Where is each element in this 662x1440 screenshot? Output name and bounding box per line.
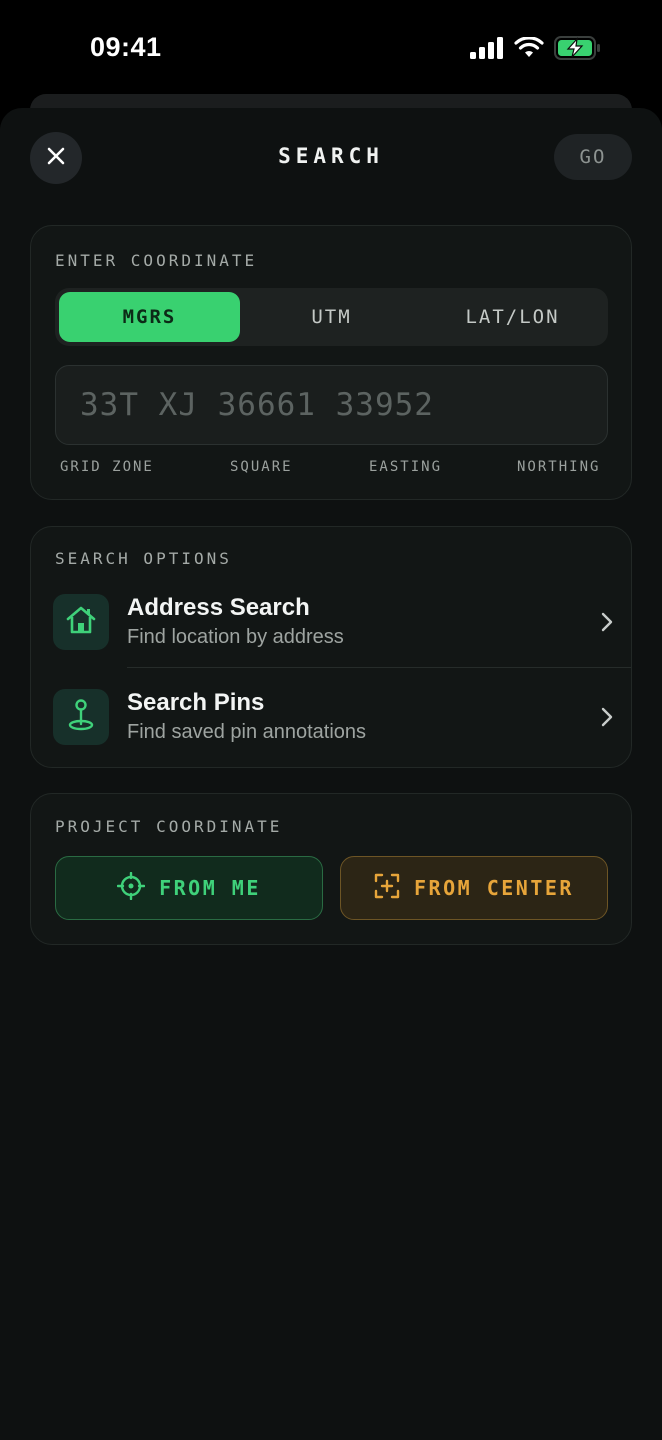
tab-lat-lon[interactable]: LAT/LON: [422, 292, 603, 342]
search-options-card: SEARCH OPTIONS Address Search Find locat…: [30, 526, 632, 768]
section-label-search-options: SEARCH OPTIONS: [55, 549, 232, 568]
from-me-button[interactable]: FROM ME: [55, 856, 323, 920]
from-center-label: FROM CENTER: [414, 876, 574, 900]
battery-charging-icon: [554, 36, 602, 65]
section-label-project-coordinate: PROJECT COORDINATE: [55, 817, 283, 836]
search-sheet: SEARCH GO ENTER COORDINATE MGRS UTM LAT/…: [0, 108, 662, 1440]
option-subtitle: Find saved pin annotations: [127, 721, 367, 743]
option-subtitle: Find location by address: [127, 626, 344, 648]
hint-easting: EASTING: [369, 459, 443, 475]
go-button[interactable]: GO: [554, 134, 632, 180]
tab-utm[interactable]: UTM: [241, 292, 422, 342]
option-title: Address Search: [127, 594, 310, 621]
project-coordinate-card: PROJECT COORDINATE FROM ME FROM CENTER: [30, 793, 632, 945]
section-label-enter-coordinate: ENTER COORDINATE: [55, 251, 258, 270]
option-search-pins[interactable]: Search Pins Find saved pin annotations: [31, 669, 631, 763]
coordinate-format-selector: MGRS UTM LAT/LON: [55, 288, 608, 346]
cellular-signal-icon: [470, 37, 504, 64]
option-divider: [127, 667, 631, 668]
wifi-icon: [514, 36, 544, 64]
crosshair-icon: [116, 871, 146, 905]
hint-square: SQUARE: [230, 459, 293, 475]
tab-mgrs[interactable]: MGRS: [59, 292, 240, 342]
pin-icon-container: [53, 689, 109, 745]
chevron-right-icon: [601, 612, 613, 637]
status-icons: [470, 36, 602, 65]
house-icon-container: [53, 594, 109, 650]
option-title: Search Pins: [127, 689, 265, 716]
from-me-label: FROM ME: [159, 876, 261, 900]
coordinate-input[interactable]: [55, 365, 608, 445]
chevron-right-icon: [601, 707, 613, 732]
hint-grid-zone: GRID ZONE: [60, 459, 154, 475]
status-bar: 09:41: [0, 0, 662, 100]
status-time: 09:41: [90, 32, 162, 62]
house-icon: [65, 605, 97, 640]
pin-icon: [66, 698, 96, 737]
hint-northing: NORTHING: [517, 459, 601, 475]
option-address-search[interactable]: Address Search Find location by address: [31, 574, 631, 668]
enter-coordinate-card: ENTER COORDINATE MGRS UTM LAT/LON GRID Z…: [30, 225, 632, 500]
from-center-button[interactable]: FROM CENTER: [340, 856, 608, 920]
center-focus-icon: [374, 873, 400, 904]
